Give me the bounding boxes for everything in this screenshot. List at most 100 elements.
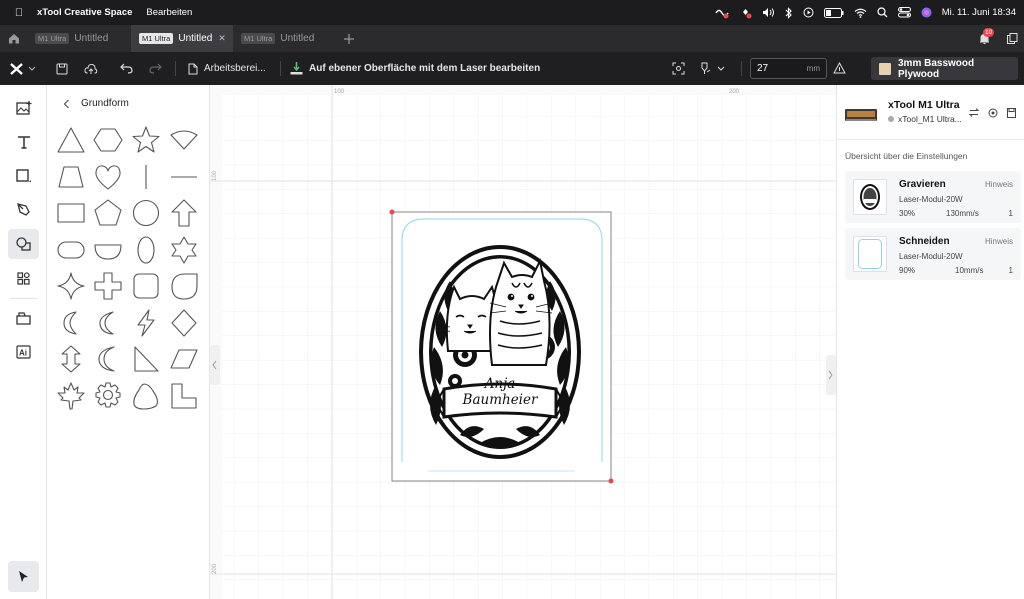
material-label: 3mm Basswood Plywood [898,57,975,80]
trapezoid-shape[interactable] [56,162,86,192]
parallelogram-shape[interactable] [169,344,199,374]
l-shape[interactable] [169,381,199,411]
blob-shape[interactable] [131,381,161,411]
siri-icon[interactable] [921,7,932,18]
maple-leaf-shape[interactable] [56,381,86,411]
hint-link[interactable]: Hinweis [985,237,1013,246]
vertical-line-shape[interactable] [131,162,161,192]
tab-untitled-1[interactable]: M1 Ultra Untitled [27,25,131,52]
device-save-button[interactable] [1007,108,1016,118]
window-switcher-button[interactable] [1004,25,1020,52]
projects-button[interactable] [8,303,39,333]
leaf-shape[interactable] [169,271,199,301]
measure-button[interactable] [833,52,846,85]
horizontal-line-shape[interactable] [169,162,199,192]
canvas-surface[interactable]: 100 200 100 200 Anja Baumheier [210,85,836,599]
search-icon[interactable] [877,7,888,18]
undo-button[interactable] [120,52,133,85]
design-canvas[interactable]: 100 200 100 200 Anja Baumheier [210,85,836,599]
processing-mode-button[interactable]: Auf ebener Oberfläche mit dem Laser bear… [290,52,540,85]
rectangle-shape[interactable] [56,198,86,228]
pen-icon [16,203,30,216]
four-point-star-shape[interactable] [56,271,86,301]
xtool-status-icon[interactable] [715,7,729,19]
selection-handle[interactable] [608,478,614,484]
switch-device-button[interactable] [969,108,979,117]
save-icon [56,63,68,74]
double-arrow-shape[interactable] [56,344,86,374]
tab-untitled-2[interactable]: M1 Ultra Untitled ✕ [131,25,233,52]
creative-cloud-icon[interactable] [739,7,752,19]
project-folder-icon [16,311,31,325]
workspace-button[interactable]: Arbeitsberei... [188,52,266,85]
apple-icon[interactable]:  [12,7,26,19]
material-height-field[interactable]: 27 mm [750,58,827,79]
close-tab-icon[interactable]: ✕ [218,33,226,44]
battery-icon[interactable] [823,7,844,18]
app-name-menu[interactable]: xTool Creative Space [37,7,132,18]
clock[interactable]: Mi. 11. Juni 18:34 [942,7,1016,18]
layer-card-cut[interactable]: Schneiden Hinweis Laser-Modul-20W 90% 10… [845,228,1021,280]
pen-tool-button[interactable] [8,195,39,225]
notifications-button[interactable]: 10 [974,25,995,52]
layer-card-engrave[interactable]: Gravieren Hinweis Laser-Modul-20W 30% 13… [845,171,1021,223]
save-button[interactable] [56,52,68,85]
gear-shape[interactable] [93,381,123,411]
hint-link[interactable]: Hinweis [985,180,1013,189]
bluetooth-icon[interactable] [785,6,793,19]
right-triangle-shape[interactable] [131,344,161,374]
edit-menu[interactable]: Bearbeiten [146,7,192,18]
shapes-tool-button[interactable] [8,229,39,259]
tab-untitled-3[interactable]: M1 Ultra Untitled [233,25,337,52]
circle-shape[interactable] [131,198,161,228]
collapse-right-panel-button[interactable] [826,355,836,395]
star-shape[interactable] [131,125,161,155]
arrow-up-shape[interactable] [169,198,199,228]
ruler-mark: 200 [729,89,740,95]
crescent-shape[interactable] [93,308,123,338]
moon-shape[interactable] [93,344,123,374]
back-chevron-icon[interactable] [63,99,70,109]
home-button[interactable] [0,25,27,52]
add-image-button[interactable] [8,93,39,123]
triangle-shape[interactable] [56,125,86,155]
cross-shape[interactable] [93,271,123,301]
lightning-shape[interactable] [131,308,161,338]
select-tool-button[interactable] [8,561,39,592]
six-point-star-shape[interactable] [169,235,199,265]
device-connection-status[interactable]: xTool_M1 Ultra... [898,114,962,124]
diamond-shape[interactable] [169,308,199,338]
collapse-left-panel-button[interactable] [210,345,220,385]
new-tab-button[interactable] [337,25,361,52]
elements-library-button[interactable] [8,263,39,293]
ring-arc-shape[interactable] [56,308,86,338]
camera-frame-button[interactable] [672,52,685,85]
device-settings-button[interactable] [988,108,998,118]
rounded-square-shape[interactable] [131,271,161,301]
rectangle-tool-button[interactable] [8,161,39,191]
selection-handle[interactable] [389,209,395,215]
material-selector[interactable]: 3mm Basswood Plywood [871,57,1018,80]
device-name[interactable]: xTool M1 Ultra [888,99,960,111]
fan-shape[interactable] [169,125,199,155]
volume-icon[interactable] [762,7,775,18]
pentagon-shape[interactable] [93,198,123,228]
redo-button[interactable] [149,52,162,85]
cloud-upload-button[interactable] [84,52,98,85]
right-properties-panel: xTool M1 Ultra xTool_M1 Ultra... Übersic… [836,85,1024,599]
play-icon[interactable] [803,7,814,18]
wifi-icon[interactable] [854,8,867,18]
heart-shape[interactable] [93,162,123,192]
cat-engraving-artwork[interactable]: Anja Baumheier [419,245,581,459]
rounded-rectangle-shape[interactable] [56,235,86,265]
ellipse-shape[interactable] [131,235,161,265]
app-menu-button[interactable] [10,52,36,85]
text-icon [17,136,30,149]
semicircle-shape[interactable] [93,235,123,265]
text-tool-button[interactable] [8,127,39,157]
hexagon-shape[interactable] [93,125,123,155]
focus-mode-dropdown[interactable] [700,52,725,85]
ai-tools-button[interactable]: Ai [8,337,39,367]
control-center-icon[interactable] [897,7,911,18]
height-value[interactable]: 27 [757,63,768,74]
